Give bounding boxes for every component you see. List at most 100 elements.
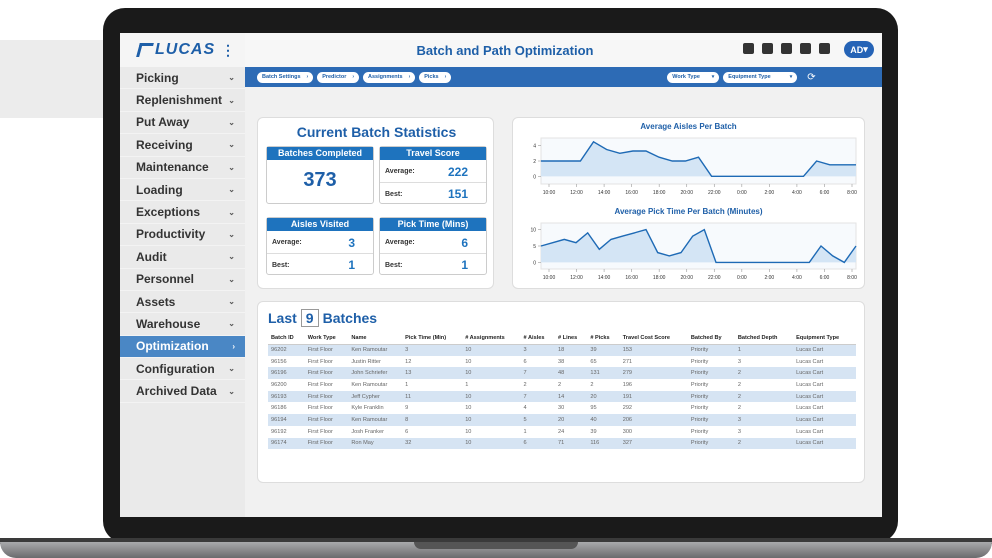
sidebar-item-assets[interactable]: Assets ⌄ [120,291,245,314]
crumb-picks[interactable]: Picks › [419,71,452,83]
sidebar-item-maintenance[interactable]: Maintenance ⌄ [120,157,245,179]
chevron-right-icon: › [408,74,411,80]
column-header[interactable]: # Lines [555,332,588,345]
table-cell: First Floor [307,381,333,388]
laptop-base [0,542,992,558]
batches-table: Batch ID Work Type Name Pick Time (Min) # As… [268,332,856,450]
last-batches-card: Last 9 Batches Batch ID Work Type Name Pick… [257,301,865,483]
sidebar-item-receiving[interactable]: Receiving ⌄ [120,134,245,157]
column-header[interactable]: # Aisles [520,332,555,345]
page-title: Batch and Path Optimization [416,42,594,58]
table-row[interactable]: 96196 First Floor John Schriefer 13 10 7 48 131… [268,367,856,380]
refresh-icon[interactable]: ⟳ [807,72,815,83]
table-cell: 196 [622,381,633,388]
crumb-predictor[interactable]: Predictor › [317,71,360,83]
table-row[interactable]: 96174 First Floor Ron May 32 10 6 71 116 327 Prio… [268,437,856,450]
sidebar-item-exceptions[interactable]: Exceptions ⌄ [120,201,245,224]
column-header[interactable]: Pick Time (Min) [402,332,463,345]
chevron-down-icon: ⌄ [228,95,235,105]
column-header[interactable]: Travel Cost Score [619,332,688,345]
table-cell: 39 [590,428,597,435]
table-cell: 6 [405,428,409,435]
table-row[interactable]: 96202 First Floor Ken Ramoutar 3 10 3 18 39 153 P… [268,344,856,356]
table-cell: Lucas Cart [793,437,856,450]
chevron-down-icon: ⌄ [228,252,235,262]
sidebar-item-audit[interactable]: Audit ⌄ [120,246,245,269]
chevron-down-icon: ⌄ [228,140,235,150]
table-cell: 96196 [268,367,305,380]
chevron-down-icon: ▾ [789,74,793,80]
table-row[interactable]: 96194 First Floor Ken Ramoutar 8 10 5 20 40 206 P… [268,414,856,426]
sidebar-item-productivity[interactable]: Productivity ⌄ [120,224,245,247]
trash-icon[interactable] [800,43,811,54]
column-header[interactable]: Batch ID [268,332,305,345]
column-header[interactable]: Batched Depth [734,332,794,345]
grid-icon[interactable] [743,43,754,54]
sidebar-item-put-away[interactable]: Put Away ⌄ [120,112,245,135]
tag-icon[interactable] [762,43,773,54]
sidebar-item-loading[interactable]: Loading ⌄ [120,179,245,202]
table-cell: 96194 [268,414,305,426]
x-tick-label: 4:00 [792,275,802,281]
sidebar-item-optimization[interactable]: Optimization › [120,335,245,359]
table-cell: Lucas Cart [796,405,824,412]
sidebar-item-warehouse[interactable]: Warehouse ⌄ [120,313,245,336]
logo-row: LUCAS ⋮ [120,33,245,67]
table-cell: Lucas Cart [796,428,824,435]
table-row[interactable]: 96193 First Floor Jeff Cypher 11 10 7 14 20 191 P… [268,390,856,403]
chevron-down-icon: ⌄ [228,73,235,83]
crumb-batch-settings[interactable]: Batch Settings › [257,71,314,83]
table-cell: 39 [587,344,620,356]
batches-count[interactable]: 9 [300,309,319,327]
table-cell: Priority [687,437,735,450]
table-cell: 2 [734,437,794,450]
table-row[interactable]: 96192 First Floor Josh Franker 6 10 1 24 39 300 P… [268,426,856,438]
column-header[interactable]: Batched By [687,332,735,345]
table-cell: 206 [619,414,688,426]
x-tick-label: 12:00 [570,190,583,196]
sidebar-item-configuration[interactable]: Configuration ⌄ [120,358,245,381]
table-row[interactable]: 96186 First Floor Kyle Franklin 9 10 4 30 95 292… [268,402,856,414]
table-cell: John Schriefer [348,367,403,380]
lucas-logo[interactable]: LUCAS [136,41,215,59]
share-icon[interactable] [781,43,792,54]
column-header[interactable]: Name [348,332,403,345]
table-cell: 96174 [268,437,305,450]
y-tick-label: 0 [533,174,536,180]
table-cell: Ron May [348,437,403,450]
table-cell: Ken Ramoutar [351,381,388,388]
column-header[interactable]: Work Type [304,332,349,345]
chevron-right-icon: › [352,74,355,80]
best-label: Best: [385,261,403,269]
work-type-select[interactable]: Work Type ▾ [667,71,720,83]
aisles-visited-box: Aisles Visited Average: 3 Best: 1 [266,217,374,275]
kebab-menu-icon[interactable]: ⋮ [221,43,235,57]
y-tick-label: 4 [533,144,536,150]
column-header[interactable]: Equipment Type [793,332,856,345]
table-cell: Ken Ramoutar [348,344,403,356]
x-tick-label: 18:00 [653,275,666,281]
table-cell: 65 [590,358,597,365]
sidebar-item-replenishment[interactable]: Replenishment ⌄ [120,89,245,112]
x-tick-label: 4:00 [792,190,802,196]
column-header[interactable]: # Picks [587,332,620,345]
bell-icon[interactable] [819,43,830,54]
sidebar-item-archived-data[interactable]: Archived Data ⌄ [120,380,245,403]
table-row[interactable]: 96156 First Floor Justin Ritter 12 10 6 38 65 27… [268,356,856,368]
sidebar-item-personnel[interactable]: Personnel ⌄ [120,269,245,291]
average-label: Average: [272,239,302,246]
table-cell: 10 [462,367,521,380]
table-row[interactable]: 96200 First Floor Ken Ramoutar 1 1 2 2 2 196 Prio… [268,379,856,391]
table-cell: First Floor [307,428,333,435]
x-tick-label: 14:00 [598,190,611,196]
equipment-type-select[interactable]: Equipment Type ▾ [723,71,798,83]
pick-time-average-row: Average: 6 [380,232,486,254]
crumb-assignments[interactable]: Assignments › [363,71,416,83]
column-header[interactable]: # Assignments [462,332,521,345]
table-cell: 7 [520,367,555,380]
batches-title-prefix: Last [268,310,297,326]
sidebar-item-picking[interactable]: Picking ⌄ [120,67,245,90]
x-tick-label: 22:00 [708,275,721,281]
user-avatar[interactable]: AD ▾ [844,41,874,58]
chevron-down-icon: ⌄ [228,297,235,307]
